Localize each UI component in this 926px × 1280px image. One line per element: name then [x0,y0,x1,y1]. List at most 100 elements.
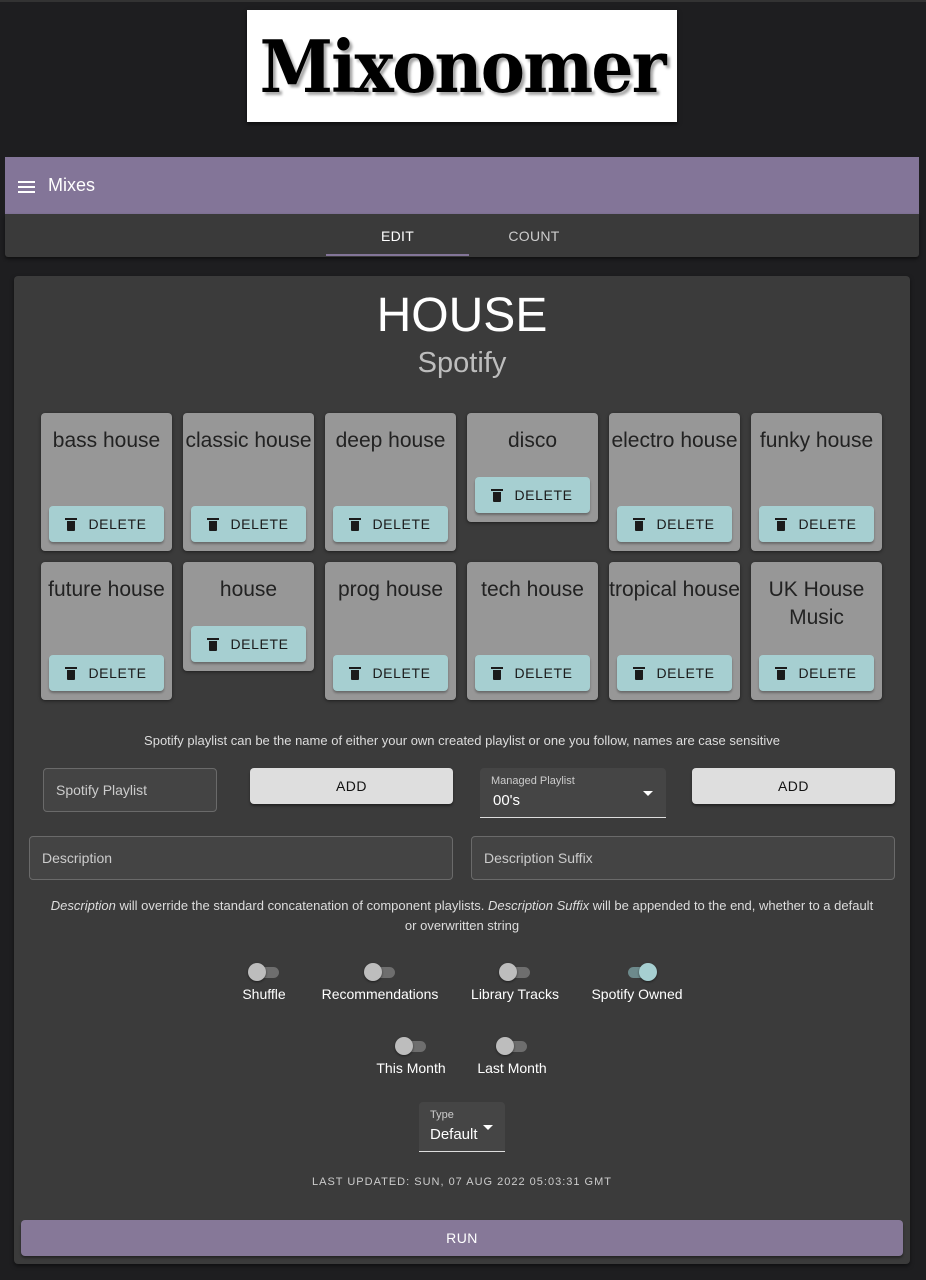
trash-icon [349,517,362,531]
trash-icon [633,666,646,680]
switch-thumb [395,1037,413,1055]
delete-part-button[interactable]: DELETE [49,506,164,542]
delete-part-button[interactable]: DELETE [191,506,306,542]
switch-label: Last Month [477,1060,547,1076]
delete-label: DELETE [88,516,147,532]
type-value: Default [430,1126,478,1143]
part-chip: UK House Music DELETE [751,562,882,700]
delete-label: DELETE [514,487,573,503]
managed-playlist-label: Managed Playlist [491,775,575,787]
dropdown-caret-icon [483,1125,493,1130]
description-input[interactable]: Description [29,836,453,880]
delete-part-button[interactable]: DELETE [617,506,732,542]
part-name: future house [48,578,165,601]
part-name: UK House Music [768,578,865,629]
switch-this-month[interactable]: This Month [366,1037,456,1078]
part-chip: house DELETE [183,562,314,671]
delete-label: DELETE [230,636,289,652]
switch-label: Recommendations [321,986,439,1002]
switch-label: Shuffle [242,986,286,1002]
trash-icon [633,517,646,531]
switch-thumb [639,963,657,981]
part-name: funky house [759,429,874,452]
switch-recommendations[interactable]: Recommendations [315,963,445,1004]
delete-label: DELETE [372,516,431,532]
spotify-playlist-input[interactable]: Spotify Playlist [43,768,217,812]
description-note: Description will override the standard c… [44,896,880,936]
managed-playlist-value: 00's [493,792,521,809]
part-chip: prog house DELETE [325,562,456,700]
delete-label: DELETE [656,665,715,681]
delete-part-button[interactable]: DELETE [475,655,590,691]
part-name: prog house [337,578,444,601]
delete-label: DELETE [798,665,857,681]
trash-icon [65,666,78,680]
logo: Mixonomer [247,10,677,122]
switch-thumb [499,963,517,981]
active-tab-indicator [326,254,469,256]
part-chip: future house DELETE [41,562,172,700]
delete-part-button[interactable]: DELETE [191,626,306,662]
run-button[interactable]: RUN [21,1220,903,1256]
switch-thumb [364,963,382,981]
part-name: house [219,578,278,601]
part-chip: funky house DELETE [751,413,882,551]
switch-thumb [248,963,266,981]
part-chip: deep house DELETE [325,413,456,551]
trash-icon [349,666,362,680]
add-spotify-playlist-button[interactable]: ADD [250,768,453,804]
delete-label: DELETE [230,516,289,532]
part-name: bass house [52,429,161,452]
delete-label: DELETE [88,665,147,681]
delete-label: DELETE [656,516,715,532]
managed-playlist-select[interactable]: Managed Playlist 00's [480,768,666,818]
switch-library-tracks[interactable]: Library Tracks [460,963,570,1004]
spotify-playlist-hint: Spotify playlist can be the name of eith… [144,733,780,748]
trash-icon [65,517,78,531]
part-name: tropical house [609,578,740,601]
hamburger-menu-icon[interactable] [18,181,35,193]
switch-last-month[interactable]: Last Month [467,1037,557,1078]
delete-label: DELETE [514,665,573,681]
part-name: classic house [185,429,312,452]
add-managed-playlist-button[interactable]: ADD [692,768,895,804]
trash-icon [491,666,504,680]
part-name: deep house [335,429,446,452]
playlist-name: HOUSE [376,289,548,342]
description-note-em1: Description [50,898,116,913]
description-note-text1: will override the standard concatenation… [115,898,488,913]
tab-count[interactable]: COUNT [469,214,599,257]
switch-label: Library Tracks [471,986,559,1002]
delete-part-button[interactable]: DELETE [49,655,164,691]
delete-part-button[interactable]: DELETE [759,655,874,691]
switch-shuffle[interactable]: Shuffle [224,963,304,1004]
switch-label: This Month [376,1060,446,1076]
part-chip: tech house DELETE [467,562,598,700]
delete-part-button[interactable]: DELETE [617,655,732,691]
app-bar: Mixes [5,157,919,214]
last-updated: LAST UPDATED: SUN, 07 AUG 2022 05:03:31 … [312,1176,612,1188]
playlist-source: Spotify [417,347,507,379]
tab-bar: EDIT COUNT [5,214,919,257]
app-bar-title: Mixes [48,175,96,195]
part-name: disco [507,429,558,452]
description-suffix-input[interactable]: Description Suffix [471,836,895,880]
switch-label: Spotify Owned [591,986,683,1002]
part-chip: classic house DELETE [183,413,314,551]
trash-icon [775,666,788,680]
delete-part-button[interactable]: DELETE [759,506,874,542]
type-select[interactable]: Type Default [419,1102,505,1152]
delete-part-button[interactable]: DELETE [333,655,448,691]
delete-part-button[interactable]: DELETE [333,506,448,542]
trash-icon [491,488,504,502]
trash-icon [207,517,220,531]
delete-part-button[interactable]: DELETE [475,477,590,513]
switch-spotify-owned[interactable]: Spotify Owned [582,963,692,1004]
description-note-em2: Description Suffix [487,898,590,913]
tab-edit[interactable]: EDIT [326,214,469,257]
delete-label: DELETE [798,516,857,532]
delete-label: DELETE [372,665,431,681]
part-name: tech house [481,578,584,601]
trash-icon [207,637,220,651]
part-chip: electro house DELETE [609,413,740,551]
